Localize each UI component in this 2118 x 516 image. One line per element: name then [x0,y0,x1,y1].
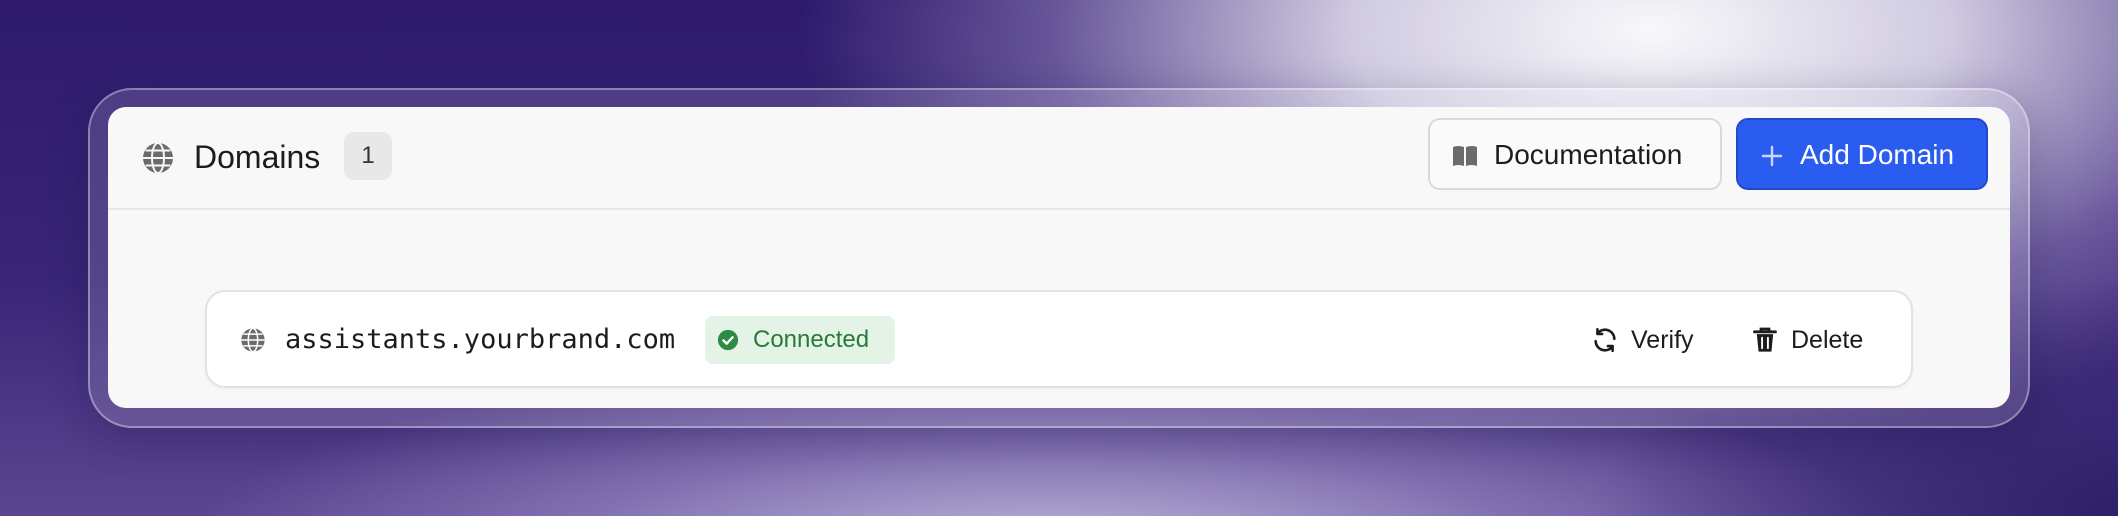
add-domain-button[interactable]: Add Domain [1736,118,1988,190]
status-label: Connected [753,326,870,353]
page-title: Domains [194,139,321,175]
verify-button[interactable]: Verify [1587,316,1707,364]
domain-count-badge: 1 [344,132,392,180]
panel-header: Domains 1 Documentation Add Domain [108,107,2010,210]
trash-icon [1753,327,1777,352]
documentation-button[interactable]: Documentation [1428,118,1722,190]
status-badge: Connected [705,316,895,364]
domain-name: assistants.yourbrand.com [285,324,676,355]
documentation-label: Documentation [1494,139,1683,170]
delete-label: Delete [1791,326,1864,354]
verify-label: Verify [1631,326,1694,354]
plus-icon [1761,145,1783,167]
globe-icon [241,327,265,353]
delete-button[interactable]: Delete [1747,316,1877,364]
globe-icon [143,142,173,174]
domains-panel: Domains 1 Documentation Add Domain assis… [108,107,2010,408]
refresh-icon [1594,327,1616,353]
add-domain-label: Add Domain [1800,139,1955,170]
domain-list-item: assistants.yourbrand.com Connected Verif… [205,290,1913,388]
check-circle-icon [717,329,739,351]
book-open-icon [1453,146,1477,166]
